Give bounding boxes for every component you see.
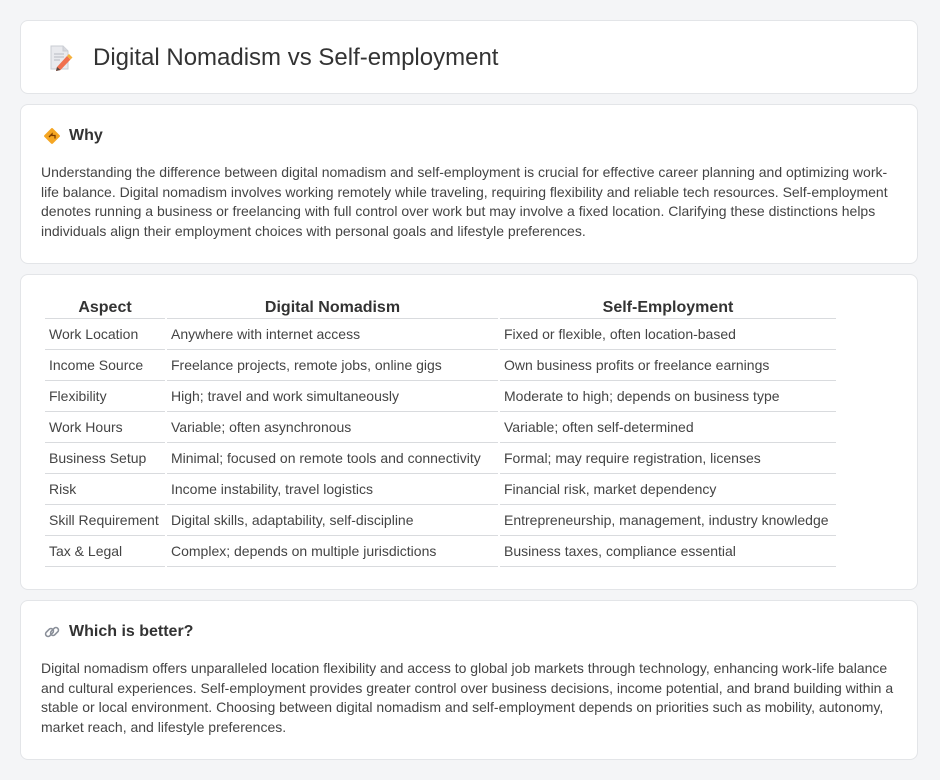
cell-self-employment: Financial risk, market dependency xyxy=(500,474,836,505)
cell-aspect: Tax & Legal xyxy=(45,536,165,567)
title-card: Digital Nomadism vs Self-employment xyxy=(20,20,918,94)
table-row: Risk Income instability, travel logistic… xyxy=(45,474,836,505)
better-card: Which is better? Digital nomadism offers… xyxy=(20,600,918,760)
table-row: Flexibility High; travel and work simult… xyxy=(45,381,836,412)
cell-aspect: Income Source xyxy=(45,350,165,381)
page-title: Digital Nomadism vs Self-employment xyxy=(93,44,499,71)
cell-self-employment: Entrepreneurship, management, industry k… xyxy=(500,505,836,536)
cell-digital-nomadism: Digital skills, adaptability, self-disci… xyxy=(167,505,498,536)
title-row: Digital Nomadism vs Self-employment xyxy=(45,43,498,73)
cell-digital-nomadism: Freelance projects, remote jobs, online … xyxy=(167,350,498,381)
column-header-digital-nomadism: Digital Nomadism xyxy=(167,297,498,319)
why-card: Why Understanding the difference between… xyxy=(20,104,918,264)
better-heading: Which is better? xyxy=(43,623,193,641)
table-row: Work Hours Variable; often asynchronous … xyxy=(45,412,836,443)
cell-self-employment: Business taxes, compliance essential xyxy=(500,536,836,567)
cell-aspect: Work Location xyxy=(45,319,165,350)
cell-digital-nomadism: Income instability, travel logistics xyxy=(167,474,498,505)
comparison-table: Aspect Digital Nomadism Self-Employment … xyxy=(43,297,838,567)
document-pencil-icon xyxy=(50,45,73,71)
cell-aspect: Flexibility xyxy=(45,381,165,412)
column-header-self-employment: Self-Employment xyxy=(500,297,836,319)
cell-digital-nomadism: Minimal; focused on remote tools and con… xyxy=(167,443,498,474)
better-body: Digital nomadism offers unparalleled loc… xyxy=(41,660,894,735)
cell-self-employment: Formal; may require registration, licens… xyxy=(500,443,836,474)
cell-self-employment: Variable; often self-determined xyxy=(500,412,836,443)
cell-digital-nomadism: Anywhere with internet access xyxy=(167,319,498,350)
table-card: Aspect Digital Nomadism Self-Employment … xyxy=(20,274,918,590)
cell-aspect: Work Hours xyxy=(45,412,165,443)
why-body: Understanding the difference between dig… xyxy=(41,164,888,239)
table-header-row: Aspect Digital Nomadism Self-Employment xyxy=(45,297,836,319)
better-title: Which is better? xyxy=(69,623,194,640)
why-title: Why xyxy=(69,127,103,144)
cell-self-employment: Moderate to high; depends on business ty… xyxy=(500,381,836,412)
column-header-aspect: Aspect xyxy=(45,297,165,319)
table-row: Work Location Anywhere with internet acc… xyxy=(45,319,836,350)
table-row: Business Setup Minimal; focused on remot… xyxy=(45,443,836,474)
cell-aspect: Business Setup xyxy=(45,443,165,474)
link-icon xyxy=(44,626,60,638)
cell-aspect: Risk xyxy=(45,474,165,505)
cell-self-employment: Fixed or flexible, often location-based xyxy=(500,319,836,350)
cell-digital-nomadism: Complex; depends on multiple jurisdictio… xyxy=(167,536,498,567)
cell-aspect: Skill Requirement xyxy=(45,505,165,536)
cell-self-employment: Own business profits or freelance earnin… xyxy=(500,350,836,381)
table-row: Skill Requirement Digital skills, adapta… xyxy=(45,505,836,536)
diamond-sign-icon xyxy=(44,128,60,144)
cell-digital-nomadism: Variable; often asynchronous xyxy=(167,412,498,443)
table-row: Tax & Legal Complex; depends on multiple… xyxy=(45,536,836,567)
cell-digital-nomadism: High; travel and work simultaneously xyxy=(167,381,498,412)
why-heading: Why xyxy=(43,127,103,145)
table-row: Income Source Freelance projects, remote… xyxy=(45,350,836,381)
